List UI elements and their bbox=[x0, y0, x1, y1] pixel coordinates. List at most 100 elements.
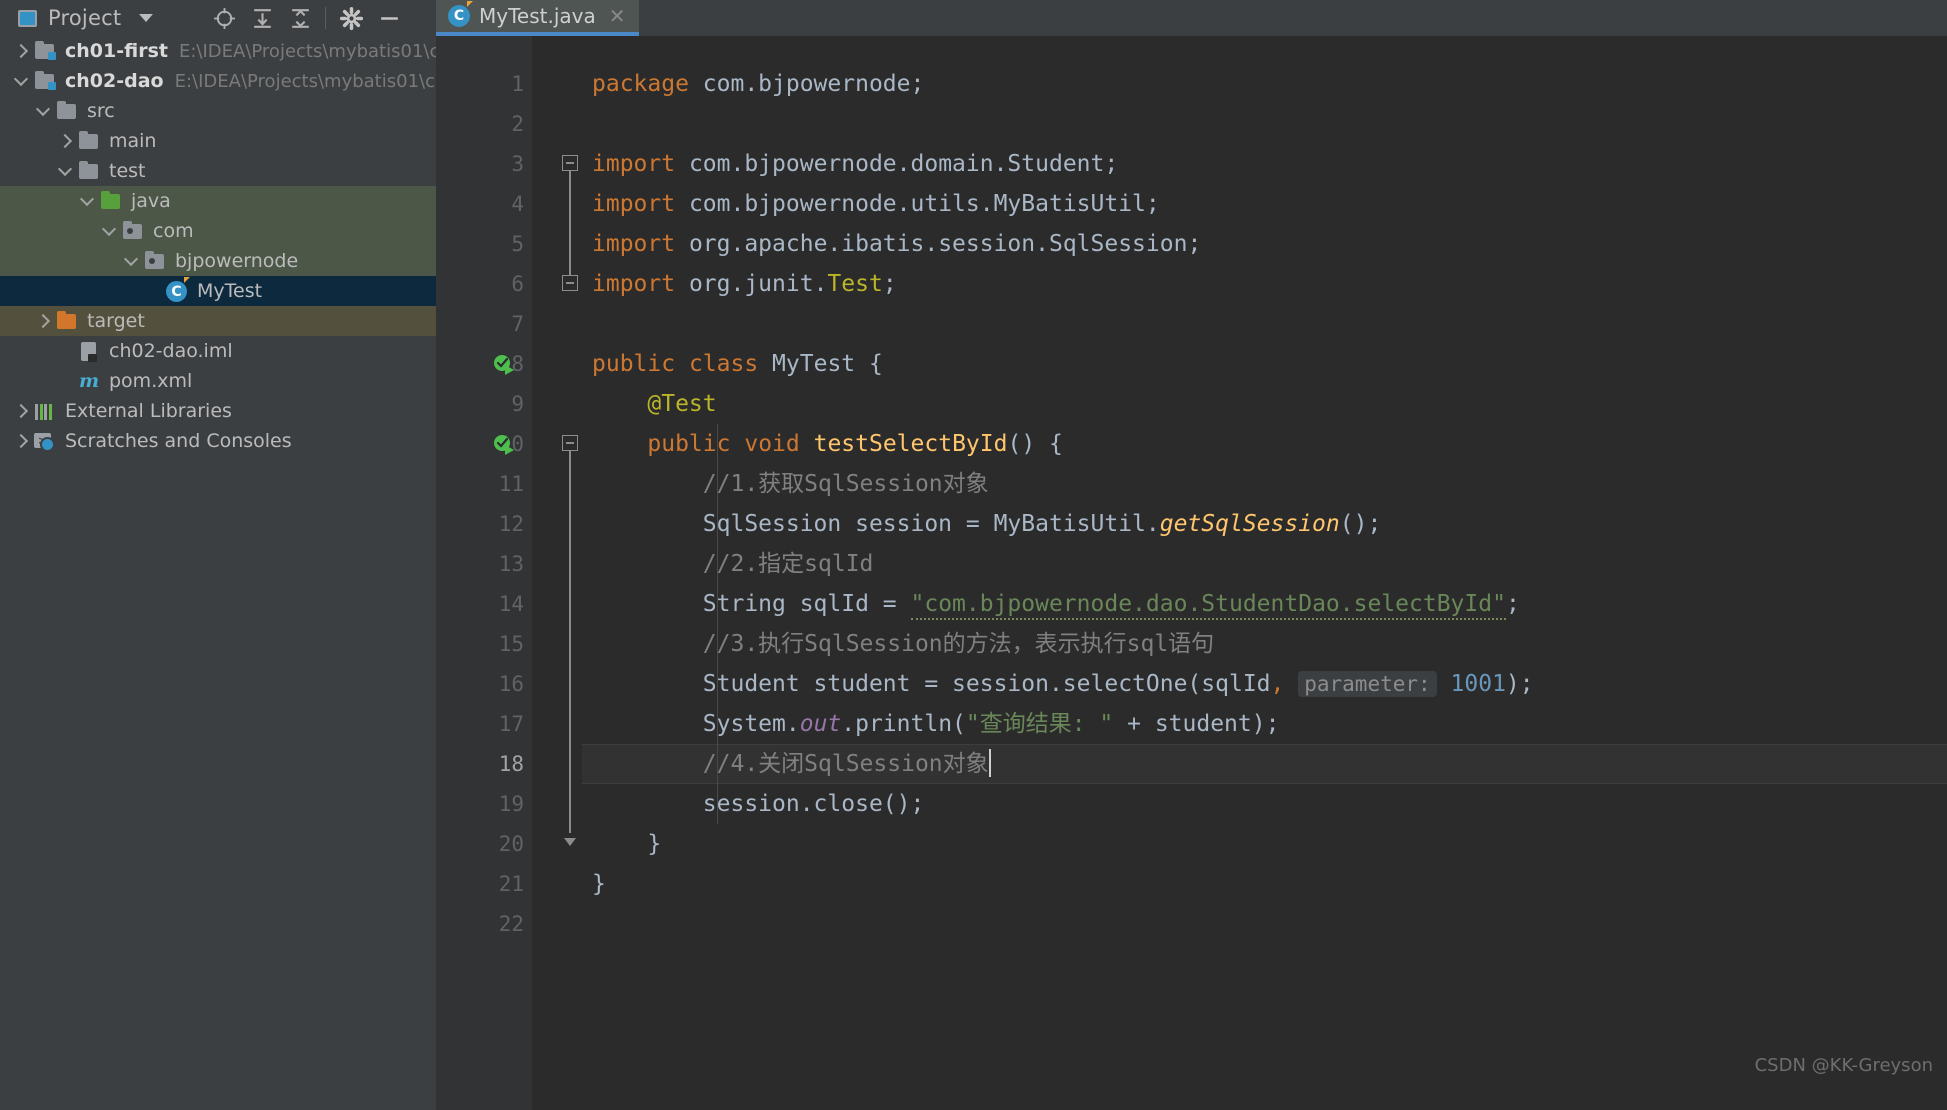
code-content[interactable]: package com.bjpowernode; import com.bjpow… bbox=[582, 36, 1947, 1110]
fold-end-arrow-icon[interactable] bbox=[564, 838, 576, 846]
code-line[interactable]: SqlSession session = MyBatisUtil.getSqlS… bbox=[592, 504, 1382, 544]
chevron-right-icon[interactable] bbox=[14, 404, 28, 418]
tree-item-mytest[interactable]: C MyTest bbox=[0, 276, 436, 306]
line-number: 1 bbox=[511, 72, 524, 96]
tree-item-label: ch01-first bbox=[65, 40, 168, 62]
code-line[interactable]: package com.bjpowernode; bbox=[592, 64, 924, 104]
code-line[interactable]: import org.apache.ibatis.session.SqlSess… bbox=[592, 224, 1201, 264]
code-line[interactable]: import org.junit.Test; bbox=[592, 264, 897, 304]
tree-item-target[interactable]: target bbox=[0, 306, 436, 336]
chevron-down-icon[interactable] bbox=[139, 14, 154, 22]
tree-item-label: External Libraries bbox=[65, 400, 232, 422]
tree-item-label: bjpowernode bbox=[175, 250, 299, 272]
code-token: SqlSession session = MyBatisUtil. bbox=[592, 511, 1160, 537]
tree-item-external-libraries[interactable]: External Libraries bbox=[0, 396, 436, 426]
tree-item-bjpowernode[interactable]: bjpowernode bbox=[0, 246, 436, 276]
code-line[interactable]: //4.关闭SqlSession对象 bbox=[592, 744, 991, 784]
tree-item-com[interactable]: com bbox=[0, 216, 436, 246]
expand-all-icon[interactable] bbox=[243, 3, 281, 33]
toolbar-divider bbox=[325, 7, 327, 29]
minimize-icon[interactable] bbox=[370, 3, 408, 33]
tab-mytest-java[interactable]: C MyTest.java ✕ bbox=[436, 0, 639, 36]
code-editor[interactable]: 1 2 3 4 5 6 7 8 9 10 11 12 13 14 15 16 17 18 19 20 21 22 pack… bbox=[436, 36, 1947, 1110]
code-line[interactable]: session.close(); bbox=[592, 784, 925, 824]
tree-item-pom-xml[interactable]: m pom.xml bbox=[0, 366, 436, 396]
run-test-icon[interactable] bbox=[492, 353, 514, 375]
fold-collapse-icon[interactable] bbox=[562, 275, 578, 291]
chevron-down-icon[interactable] bbox=[124, 254, 138, 268]
excluded-folder-icon bbox=[56, 311, 78, 331]
tree-item-src[interactable]: src bbox=[0, 96, 436, 126]
code-line[interactable]: @Test bbox=[592, 384, 717, 424]
close-icon[interactable]: ✕ bbox=[605, 6, 626, 26]
line-number: 5 bbox=[511, 232, 524, 256]
code-token: MyTest { bbox=[758, 351, 883, 377]
chevron-down-icon[interactable] bbox=[36, 104, 50, 118]
code-line[interactable]: import com.bjpowernode.domain.Student; bbox=[592, 144, 1118, 184]
code-token: 1001 bbox=[1450, 671, 1506, 697]
code-token: Student student = session.selectOne(sqlI… bbox=[592, 671, 1271, 697]
chevron-right-icon[interactable] bbox=[36, 314, 50, 328]
code-token: .println( bbox=[841, 711, 966, 737]
gear-icon[interactable] bbox=[332, 3, 370, 33]
line-number: 20 bbox=[498, 832, 524, 856]
code-line[interactable]: } bbox=[592, 824, 661, 864]
fold-collapse-icon[interactable] bbox=[562, 435, 578, 451]
code-line[interactable]: //2.指定sqlId bbox=[592, 544, 874, 584]
code-token: () { bbox=[1007, 431, 1063, 457]
code-line[interactable]: import com.bjpowernode.utils.MyBatisUtil… bbox=[592, 184, 1160, 224]
main-body: ch01-first E:\IDEA\Projects\mybatis01\ch0… bbox=[0, 36, 1947, 1110]
tree-item-test[interactable]: test bbox=[0, 156, 436, 186]
tree-item-path: E:\IDEA\Projects\mybatis01\ch0 bbox=[174, 70, 436, 92]
code-line[interactable]: public class MyTest { bbox=[592, 344, 883, 384]
chevron-down-icon[interactable] bbox=[14, 74, 28, 88]
project-tree[interactable]: ch01-first E:\IDEA\Projects\mybatis01\ch0… bbox=[0, 36, 436, 1110]
line-number: 13 bbox=[498, 552, 524, 576]
fold-region-line bbox=[569, 451, 571, 833]
code-token: , bbox=[1270, 671, 1285, 697]
tree-item-ch02-dao-iml[interactable]: ch02-dao.iml bbox=[0, 336, 436, 366]
tree-item-java[interactable]: java bbox=[0, 186, 436, 216]
tree-item-scratches-and-consoles[interactable]: > Scratches and Consoles bbox=[0, 426, 436, 456]
code-token: + student); bbox=[1113, 711, 1280, 737]
line-number: 11 bbox=[498, 472, 524, 496]
code-line[interactable]: } bbox=[592, 864, 606, 904]
locate-icon[interactable] bbox=[205, 3, 243, 33]
parameter-hint: parameter: bbox=[1298, 671, 1437, 697]
editor-fold-gutter[interactable] bbox=[532, 36, 582, 1110]
java-class-icon: C bbox=[166, 277, 190, 302]
code-token: @Test bbox=[647, 391, 717, 417]
tree-item-ch02-dao[interactable]: ch02-dao E:\IDEA\Projects\mybatis01\ch0 bbox=[0, 66, 436, 96]
code-token: (); bbox=[1339, 511, 1382, 537]
code-token: session.close(); bbox=[592, 791, 925, 817]
editor-gutter[interactable]: 1 2 3 4 5 6 7 8 9 10 11 12 13 14 15 16 17 18 19 20 21 22 bbox=[436, 36, 532, 1110]
code-token: } bbox=[592, 871, 606, 897]
tree-item-path: E:\IDEA\Projects\mybatis01\ch0 bbox=[178, 40, 436, 62]
chevron-right-icon[interactable] bbox=[14, 44, 28, 58]
collapse-all-icon[interactable] bbox=[281, 3, 319, 33]
code-line[interactable]: System.out.println("查询结果: " + student); bbox=[592, 704, 1280, 744]
fold-collapse-icon[interactable] bbox=[562, 155, 578, 171]
chevron-down-icon[interactable] bbox=[102, 224, 116, 238]
tree-item-main[interactable]: main bbox=[0, 126, 436, 156]
code-line[interactable]: public void testSelectById() { bbox=[592, 424, 1063, 464]
chevron-down-icon[interactable] bbox=[58, 164, 72, 178]
tree-item-ch01-first[interactable]: ch01-first E:\IDEA\Projects\mybatis01\ch0 bbox=[0, 36, 436, 66]
scratches-icon: > bbox=[34, 431, 56, 452]
code-line[interactable]: String sqlId = "com.bjpowernode.dao.Stud… bbox=[592, 584, 1520, 624]
run-test-icon[interactable] bbox=[492, 433, 514, 455]
chevron-right-icon[interactable] bbox=[14, 434, 28, 448]
line-number: 2 bbox=[511, 112, 524, 136]
chevron-down-icon[interactable] bbox=[80, 194, 94, 208]
chevron-right-icon[interactable] bbox=[58, 134, 72, 148]
line-number: 6 bbox=[511, 272, 524, 296]
code-token: import bbox=[592, 151, 676, 177]
code-line[interactable]: Student student = session.selectOne(sqlI… bbox=[592, 664, 1534, 704]
code-line[interactable]: //3.执行SqlSession的方法，表示执行sql语句 bbox=[592, 624, 1214, 664]
code-line[interactable]: //1.获取SqlSession对象 bbox=[592, 464, 989, 504]
code-token: System. bbox=[592, 711, 800, 737]
